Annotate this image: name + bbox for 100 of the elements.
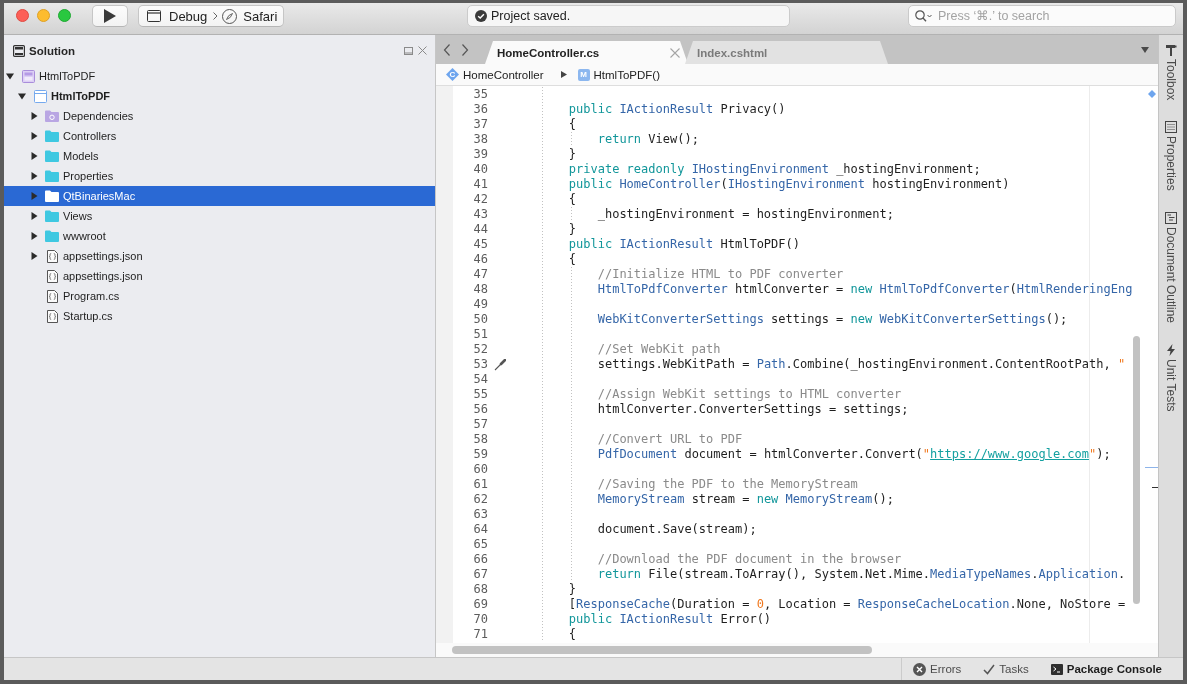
line-number: 71 xyxy=(473,627,488,642)
line-number: 57 xyxy=(473,417,488,432)
breadcrumb-item[interactable]: C HomeController xyxy=(446,68,544,81)
vertical-scrollbar[interactable] xyxy=(1133,336,1140,604)
breadcrumb-item[interactable]: M HtmlToPDF() xyxy=(577,68,660,81)
search-field[interactable]: Press ‘⌘.’ to search xyxy=(908,5,1176,27)
caret-down-icon[interactable] xyxy=(1141,46,1149,53)
line-number: 69 xyxy=(473,597,488,612)
search-icon[interactable] xyxy=(915,10,932,22)
run-button[interactable] xyxy=(92,5,128,27)
code-line: MemoryStream stream = new MemoryStream(); xyxy=(597,492,894,507)
overview-mark xyxy=(1145,467,1158,468)
chevron-left-icon[interactable] xyxy=(443,43,451,56)
editor-tab[interactable]: HomeController.cs xyxy=(485,41,688,64)
diamond-icon xyxy=(1148,90,1156,98)
horizontal-scrollbar[interactable] xyxy=(452,646,872,654)
terminal-icon xyxy=(1050,663,1063,675)
folder-icon xyxy=(45,150,59,162)
tree-item[interactable]: Program.cs xyxy=(4,286,435,306)
tree-item[interactable]: HtmlToPDF xyxy=(4,66,435,86)
line-number: 67 xyxy=(473,567,488,582)
line-number: 43 xyxy=(473,207,488,222)
code-line: //Saving the PDF to the MemoryStream xyxy=(597,477,858,492)
disclosure-triangle-icon[interactable] xyxy=(30,172,38,180)
code-line: settings.WebKitPath = Path.Combine(_hostingEnvironment.ContentRootPath, " xyxy=(597,357,1126,372)
code-line: HtmlToPdfConverter htmlConverter = new HtmlToPdfConverter(HtmlRenderingEng xyxy=(597,282,1133,297)
tree-item[interactable]: Models xyxy=(4,146,435,166)
class-badge: C xyxy=(446,68,459,81)
code-line: public IActionResult Error() xyxy=(568,612,772,627)
chevron-right-icon[interactable] xyxy=(461,43,469,56)
side-pad-tab[interactable]: Toolbox xyxy=(1164,44,1178,101)
check-circle-icon xyxy=(475,10,487,22)
line-number: 42 xyxy=(473,192,488,207)
code-line: //Download the PDF document in the browser xyxy=(597,552,902,567)
code-line: { xyxy=(568,192,577,207)
status-bar-button[interactable]: Errors xyxy=(913,662,962,676)
tree-item[interactable]: QtBinariesMac xyxy=(4,186,435,206)
status-message: Project saved. xyxy=(491,9,571,23)
hammer-icon xyxy=(1165,44,1177,56)
line-number: 51 xyxy=(473,327,488,342)
line-number: 39 xyxy=(473,147,488,162)
tree-item[interactable]: Startup.cs xyxy=(4,306,435,326)
status-bar-button[interactable]: Package Console xyxy=(1050,663,1162,675)
disclosure-triangle-icon[interactable] xyxy=(30,152,38,160)
compass-icon xyxy=(222,8,238,24)
line-number: 70 xyxy=(473,612,488,627)
line-number: 44 xyxy=(473,222,488,237)
solution-icon xyxy=(21,69,35,83)
tree-item[interactable]: appsettings.json xyxy=(4,266,435,286)
line-number: 50 xyxy=(473,312,488,327)
code-line: { xyxy=(568,252,577,267)
configuration-button[interactable]: Debug xyxy=(147,8,208,24)
folder-icon xyxy=(45,190,59,202)
code-line: public IActionResult Privacy() xyxy=(568,102,786,117)
line-number: 46 xyxy=(473,252,488,267)
line-number: 59 xyxy=(473,447,488,462)
window-icon xyxy=(147,10,161,22)
close-window-button[interactable] xyxy=(16,9,29,22)
line-number: 55 xyxy=(473,387,488,402)
line-number: 35 xyxy=(473,87,488,102)
code-line: return View(); xyxy=(597,132,699,147)
line-number: 65 xyxy=(473,537,488,552)
disclosure-triangle-icon[interactable] xyxy=(18,92,26,100)
dock-icon[interactable] xyxy=(404,46,413,55)
folder-icon xyxy=(45,130,59,142)
disclosure-triangle-icon[interactable] xyxy=(30,232,38,240)
line-number: 47 xyxy=(473,267,488,282)
code-line: } xyxy=(568,582,577,597)
status-bar-button[interactable]: Tasks xyxy=(983,663,1029,675)
side-pad-tab[interactable]: Properties xyxy=(1164,121,1178,192)
disclosure-triangle-icon[interactable] xyxy=(6,72,14,80)
line-number: 45 xyxy=(473,237,488,252)
line-number: 66 xyxy=(473,552,488,567)
folder-icon xyxy=(45,210,59,222)
side-pad-tab[interactable]: Document Outline xyxy=(1164,212,1178,324)
device-button[interactable]: Safari xyxy=(222,8,278,24)
disclosure-triangle-icon[interactable] xyxy=(30,252,38,260)
line-number: 62 xyxy=(473,492,488,507)
tree-item[interactable]: appsettings.json xyxy=(4,246,435,266)
line-number: 54 xyxy=(473,372,488,387)
tree-item[interactable]: wwwroot xyxy=(4,226,435,246)
list-icon xyxy=(1165,121,1177,134)
screwdriver-icon[interactable] xyxy=(493,358,506,371)
close-icon[interactable] xyxy=(418,46,427,55)
disclosure-triangle-icon[interactable] xyxy=(30,132,38,140)
line-number: 36 xyxy=(473,102,488,117)
package-folder-icon xyxy=(45,110,59,122)
line-number: 49 xyxy=(473,297,488,312)
tree-item[interactable]: Dependencies xyxy=(4,106,435,126)
document-lines-icon xyxy=(1165,212,1177,225)
tree-item[interactable]: Controllers xyxy=(4,126,435,146)
disclosure-triangle-icon[interactable] xyxy=(30,212,38,220)
error-circle-icon xyxy=(913,662,927,676)
code-line: public IActionResult HtmlToPDF() xyxy=(568,237,800,252)
tree-item[interactable]: Properties xyxy=(4,166,435,186)
tree-item[interactable]: HtmlToPDF xyxy=(4,86,435,106)
code-line: WebKitConverterSettings settings = new WebKitConverterSettings(); xyxy=(597,312,1068,327)
side-pad-tab[interactable]: Unit Tests xyxy=(1164,344,1178,412)
tree-item[interactable]: Views xyxy=(4,206,435,226)
disclosure-triangle-icon[interactable] xyxy=(30,112,38,120)
